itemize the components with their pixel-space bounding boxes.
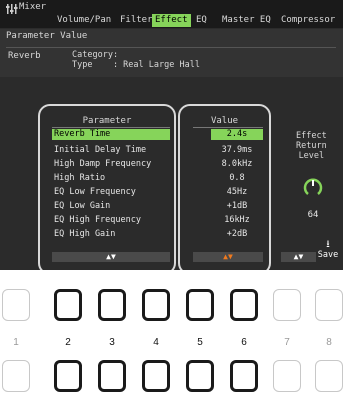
- button-number-3: 3: [109, 337, 115, 348]
- value-row-reverb-time[interactable]: 2.4s: [211, 129, 263, 140]
- effect-return-label: Effect Return Level: [296, 131, 327, 161]
- value-row[interactable]: 0.8: [211, 173, 263, 184]
- hw-button-6-lower[interactable]: [230, 360, 258, 392]
- divider: [52, 127, 170, 128]
- button-number-1: 1: [13, 337, 19, 348]
- save-download-icon: ⭳: [326, 239, 330, 250]
- hw-button-2-lower[interactable]: [54, 360, 82, 392]
- hw-button-3-lower[interactable]: [98, 360, 126, 392]
- hw-button-4-lower[interactable]: [142, 360, 170, 392]
- value-row[interactable]: 45Hz: [211, 187, 263, 198]
- effect-return-arrows[interactable]: ▲▼: [281, 252, 316, 262]
- hw-button-7-lower[interactable]: [273, 360, 301, 392]
- hw-button-5-upper[interactable]: [186, 289, 214, 321]
- value-row[interactable]: +2dB: [211, 229, 263, 240]
- param-row-reverb-time[interactable]: Reverb Time: [52, 129, 170, 140]
- button-number-5: 5: [197, 337, 203, 348]
- title-bar: Mixer Volume/Pan Filter Effect EQ Master…: [0, 0, 343, 28]
- hw-button-4-upper[interactable]: [142, 289, 170, 321]
- category-line: Category:: [72, 50, 119, 60]
- tab-compressor[interactable]: Compressor: [281, 14, 335, 27]
- button-number-7: 7: [284, 337, 290, 348]
- tab-eq[interactable]: EQ: [196, 14, 207, 27]
- hw-button-8-lower[interactable]: [315, 360, 343, 392]
- app-title: Mixer: [19, 2, 47, 12]
- value-row[interactable]: +1dB: [211, 201, 263, 212]
- tab-volume-pan[interactable]: Volume/Pan: [57, 14, 111, 27]
- param-row[interactable]: EQ Low Gain: [52, 201, 170, 212]
- value-row[interactable]: 37.9ms: [211, 145, 263, 156]
- parameter-header: Parameter: [82, 116, 132, 126]
- hw-button-1-upper[interactable]: [2, 289, 30, 321]
- tab-filter[interactable]: Filter: [120, 14, 153, 27]
- button-number-8: 8: [326, 337, 332, 348]
- save-button[interactable]: ⭳ Save: [313, 240, 343, 268]
- hw-button-7-upper[interactable]: [273, 289, 301, 321]
- param-row[interactable]: High Damp Frequency: [52, 159, 170, 170]
- tab-effect[interactable]: Effect: [152, 14, 191, 27]
- param-row[interactable]: EQ High Frequency: [52, 215, 170, 226]
- type-line: Type : Real Large Hall: [72, 60, 200, 70]
- hw-button-6-upper[interactable]: [230, 289, 258, 321]
- value-row[interactable]: 16kHz: [211, 215, 263, 226]
- param-row[interactable]: High Ratio: [52, 173, 170, 184]
- param-row[interactable]: EQ Low Frequency: [52, 187, 170, 198]
- value-row[interactable]: 8.0kHz: [211, 159, 263, 170]
- block-name: Reverb: [8, 51, 41, 61]
- param-row[interactable]: Initial Delay Time: [52, 145, 170, 156]
- mixer-icon: [6, 4, 18, 14]
- parameter-scroll-arrows[interactable]: ▲▼: [52, 252, 170, 262]
- button-number-6: 6: [241, 337, 247, 348]
- hw-button-8-upper[interactable]: [315, 289, 343, 321]
- button-number-4: 4: [153, 337, 159, 348]
- hw-button-1-lower[interactable]: [2, 360, 30, 392]
- param-row[interactable]: EQ High Gain: [52, 229, 170, 240]
- hw-button-5-lower[interactable]: [186, 360, 214, 392]
- hw-button-2-upper[interactable]: [54, 289, 82, 321]
- effect-return-value: 64: [307, 210, 319, 220]
- hw-button-3-upper[interactable]: [98, 289, 126, 321]
- tab-master-eq[interactable]: Master EQ: [222, 14, 271, 27]
- divider: [6, 47, 336, 48]
- divider: [193, 127, 263, 128]
- level-knob-icon[interactable]: [303, 174, 323, 198]
- value-header: Value: [210, 116, 239, 126]
- button-number-2: 2: [65, 337, 71, 348]
- section-title: Parameter Value: [6, 31, 88, 41]
- value-scroll-arrows[interactable]: ▲▼: [193, 252, 263, 262]
